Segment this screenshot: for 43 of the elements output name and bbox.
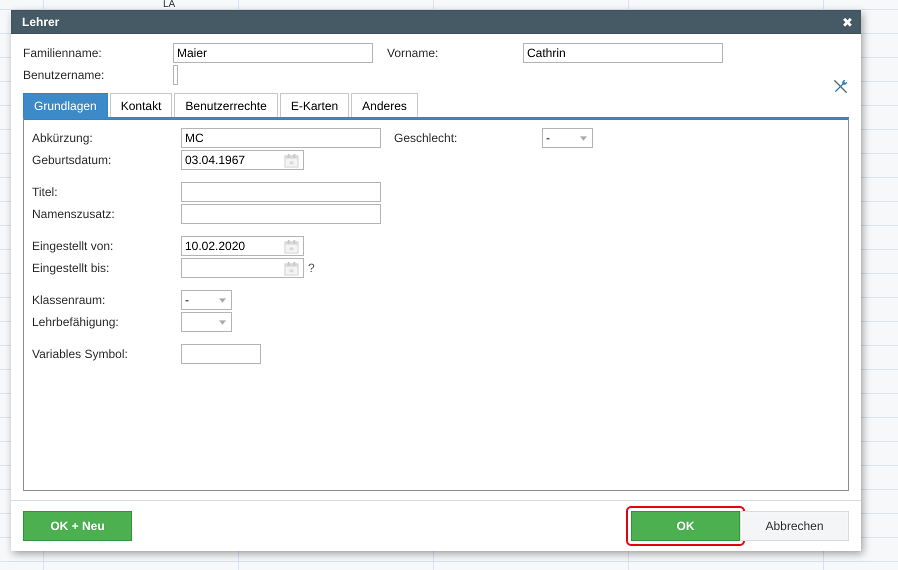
input-field[interactable]: Cathrin <box>523 43 723 63</box>
window-title: Lehrer <box>22 15 60 29</box>
calendar-icon[interactable] <box>284 238 299 254</box>
calendar-icon[interactable] <box>284 152 299 168</box>
date-field[interactable]: 10.02.2020 <box>181 236 304 256</box>
tab[interactable]: Anderes <box>351 93 418 117</box>
field-label: Lehrbefähigung: <box>32 315 120 329</box>
caret-icon <box>219 320 226 324</box>
dropdown[interactable]: - <box>181 290 232 310</box>
field-label: Namenszusatz: <box>32 207 116 221</box>
date-field[interactable] <box>181 258 304 278</box>
tools-icon[interactable] <box>832 78 849 94</box>
field-label: Familienname: <box>23 46 103 60</box>
field-label: Eingestellt von: <box>32 239 114 253</box>
dropdown[interactable]: - <box>542 128 593 148</box>
field-label: Klassenraum: <box>32 293 106 307</box>
tab[interactable]: Benutzerrechte <box>174 93 278 117</box>
button[interactable]: Abbrechen <box>740 511 849 541</box>
caret-icon <box>580 136 587 140</box>
caret-icon <box>219 298 226 302</box>
field-label: Geschlecht: <box>394 131 458 145</box>
input-field[interactable]: MC <box>181 128 381 148</box>
field-label: Variables Symbol: <box>32 347 129 361</box>
dropdown[interactable] <box>181 312 232 332</box>
input-field[interactable]: Maier <box>173 43 373 63</box>
help-mark: ? <box>308 261 315 275</box>
tab[interactable]: Kontakt <box>110 93 172 117</box>
input-field[interactable] <box>173 65 178 85</box>
input-field[interactable] <box>181 344 261 364</box>
tab[interactable]: E-Karten <box>280 93 350 117</box>
input-field[interactable] <box>181 182 381 202</box>
close-button[interactable]: ✖ <box>842 14 853 30</box>
date-field[interactable]: 03.04.1967 <box>181 150 304 170</box>
table-cell-text: LA <box>163 0 176 10</box>
calendar-icon[interactable] <box>284 260 299 276</box>
field-label: Eingestellt bis: <box>32 261 110 275</box>
field-label: Geburtsdatum: <box>32 153 112 167</box>
tab[interactable]: Grundlagen <box>23 93 108 117</box>
field-label: Benutzername: <box>23 68 106 82</box>
input-field[interactable] <box>181 204 381 224</box>
field-label: Abkürzung: <box>32 131 94 145</box>
field-label: Vorname: <box>387 46 440 60</box>
field-label: Titel: <box>32 185 59 199</box>
